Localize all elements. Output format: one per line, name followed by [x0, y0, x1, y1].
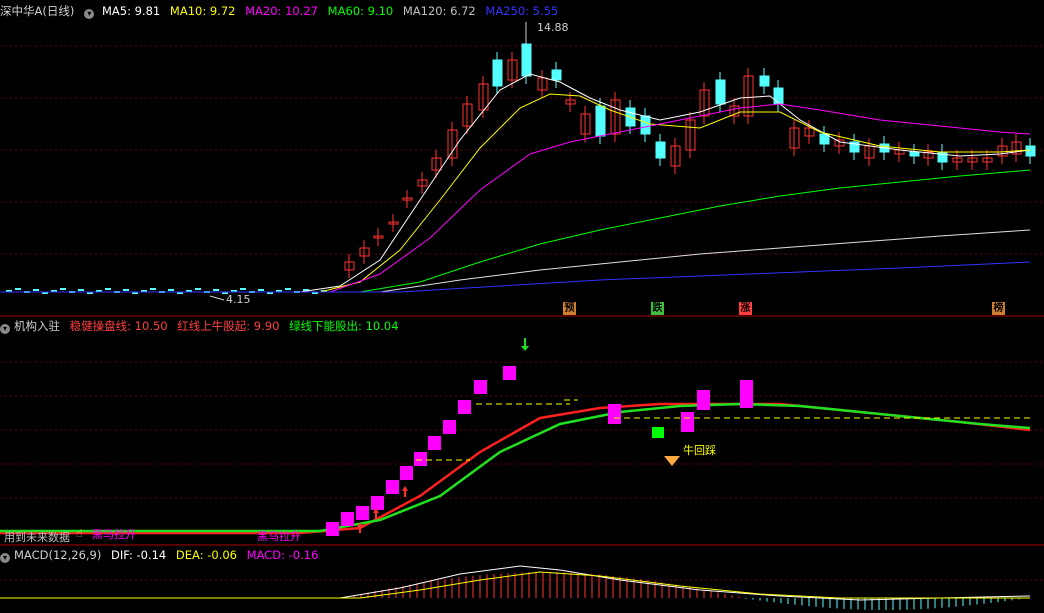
magenta-bar	[400, 466, 413, 480]
magenta-bar	[503, 366, 516, 380]
magenta-bar	[458, 400, 471, 414]
steady-line	[0, 402, 1031, 535]
ma250-line	[0, 261, 1031, 293]
macd-value: MACD: -0.16	[246, 548, 319, 562]
black-horse-label-1: 黑马拉升	[92, 528, 136, 541]
ma10-value: MA10: 9.72	[169, 4, 236, 18]
ma5-value: MA5: 9.81	[102, 4, 161, 18]
magenta-bar	[740, 380, 753, 408]
magenta-bar	[443, 420, 456, 434]
candle	[78, 289, 84, 291]
hand-icon: ☝	[76, 527, 83, 540]
candle	[168, 289, 174, 291]
candle	[258, 289, 264, 291]
main-legend: 深中华A(日线) ▾ MA5: 9.81 MA10: 9.72 MA20: 10.…	[0, 3, 564, 19]
black-horse-label-2: 黑马拉升	[257, 530, 301, 543]
candle	[285, 288, 291, 290]
macd-legend: ▾ MACD(12,26,9) DIF: -0.14 DEA: -0.06 MAC…	[0, 547, 324, 563]
magenta-bar	[371, 496, 384, 510]
ma5-line	[0, 73, 1031, 293]
candle	[521, 43, 532, 77]
ma20-value: MA20: 10.27	[245, 4, 318, 18]
event-marker-zhang[interactable]: 涨	[739, 302, 752, 315]
stock-title: 深中华A(日线)	[0, 4, 75, 18]
down-arrow-icon	[521, 338, 529, 351]
event-marker-die[interactable]: 跌	[651, 302, 664, 315]
candle	[715, 79, 726, 105]
event-marker-yu[interactable]: 预	[563, 302, 576, 315]
dropdown-icon[interactable]: ▾	[0, 553, 10, 563]
dropdown-icon[interactable]: ▾	[0, 324, 10, 334]
ma120-line	[0, 229, 1031, 293]
candle	[195, 288, 201, 290]
red-line-value: 红线上牛股起: 9.90	[177, 319, 280, 333]
candle	[150, 288, 156, 290]
stock-chart[interactable]	[0, 0, 1044, 613]
indicator-chart-area[interactable]	[0, 338, 1031, 536]
magenta-bar	[681, 412, 694, 432]
candle	[595, 105, 606, 137]
magenta-bar	[341, 512, 354, 526]
future-data-note: 用到未来数据	[4, 531, 70, 544]
grid-lines	[0, 45, 1044, 581]
macd-title: MACD(12,26,9)	[14, 548, 102, 562]
magenta-bar	[326, 522, 339, 536]
bull-pullback-label: 牛回踩	[683, 444, 716, 457]
candle	[773, 87, 784, 105]
magenta-bar	[474, 380, 487, 394]
event-marker-bang[interactable]: 榜	[992, 302, 1005, 315]
magenta-bar	[697, 390, 710, 410]
magenta-bar	[608, 404, 621, 424]
candle	[909, 151, 920, 157]
dropdown-icon[interactable]: ▾	[84, 9, 95, 19]
candle	[655, 141, 666, 159]
candle	[640, 115, 651, 135]
candle	[759, 75, 770, 87]
green-line	[0, 402, 1031, 533]
candle	[240, 288, 246, 290]
candle	[15, 288, 21, 290]
up-arrow-icon	[402, 486, 408, 497]
candle	[105, 288, 111, 290]
candle	[492, 59, 503, 87]
magenta-bar	[386, 480, 399, 494]
green-square	[652, 427, 664, 438]
candle	[33, 289, 39, 291]
dea-value: DEA: -0.06	[175, 548, 237, 562]
price-chart-area[interactable]	[0, 22, 1036, 301]
ma60-line	[0, 169, 1031, 293]
ma60-value: MA60: 9.10	[327, 4, 394, 18]
ma10-line	[0, 93, 1031, 293]
candle	[213, 289, 219, 291]
low-price-label: 4.15	[226, 293, 251, 306]
ma120-value: MA120: 6.72	[402, 4, 476, 18]
ma250-value: MA250: 5.55	[485, 4, 559, 18]
candle	[123, 289, 129, 291]
stock-name: 深中华A(日线)	[0, 4, 80, 18]
candle	[1025, 145, 1036, 157]
candle	[60, 288, 66, 290]
low-pointer	[209, 295, 225, 301]
sub-legend: ▾ 机构入驻 稳健操盘线: 10.50 红线上牛股起: 9.90 绿线下能股出: …	[0, 318, 405, 334]
sub-panel-title: 机构入驻	[14, 319, 60, 333]
steady-line-value: 稳健操盘线: 10.50	[69, 319, 168, 333]
ma20-line	[0, 103, 1031, 293]
magenta-bar	[414, 452, 427, 466]
high-price-label: 14.88	[537, 21, 569, 34]
green-line-value: 绿线下能股出: 10.04	[289, 319, 399, 333]
macd-chart-area[interactable]	[0, 565, 1031, 610]
magenta-bar	[356, 506, 369, 520]
candle	[551, 69, 562, 81]
dif-value: DIF: -0.14	[111, 548, 167, 562]
magenta-bar	[428, 436, 441, 450]
